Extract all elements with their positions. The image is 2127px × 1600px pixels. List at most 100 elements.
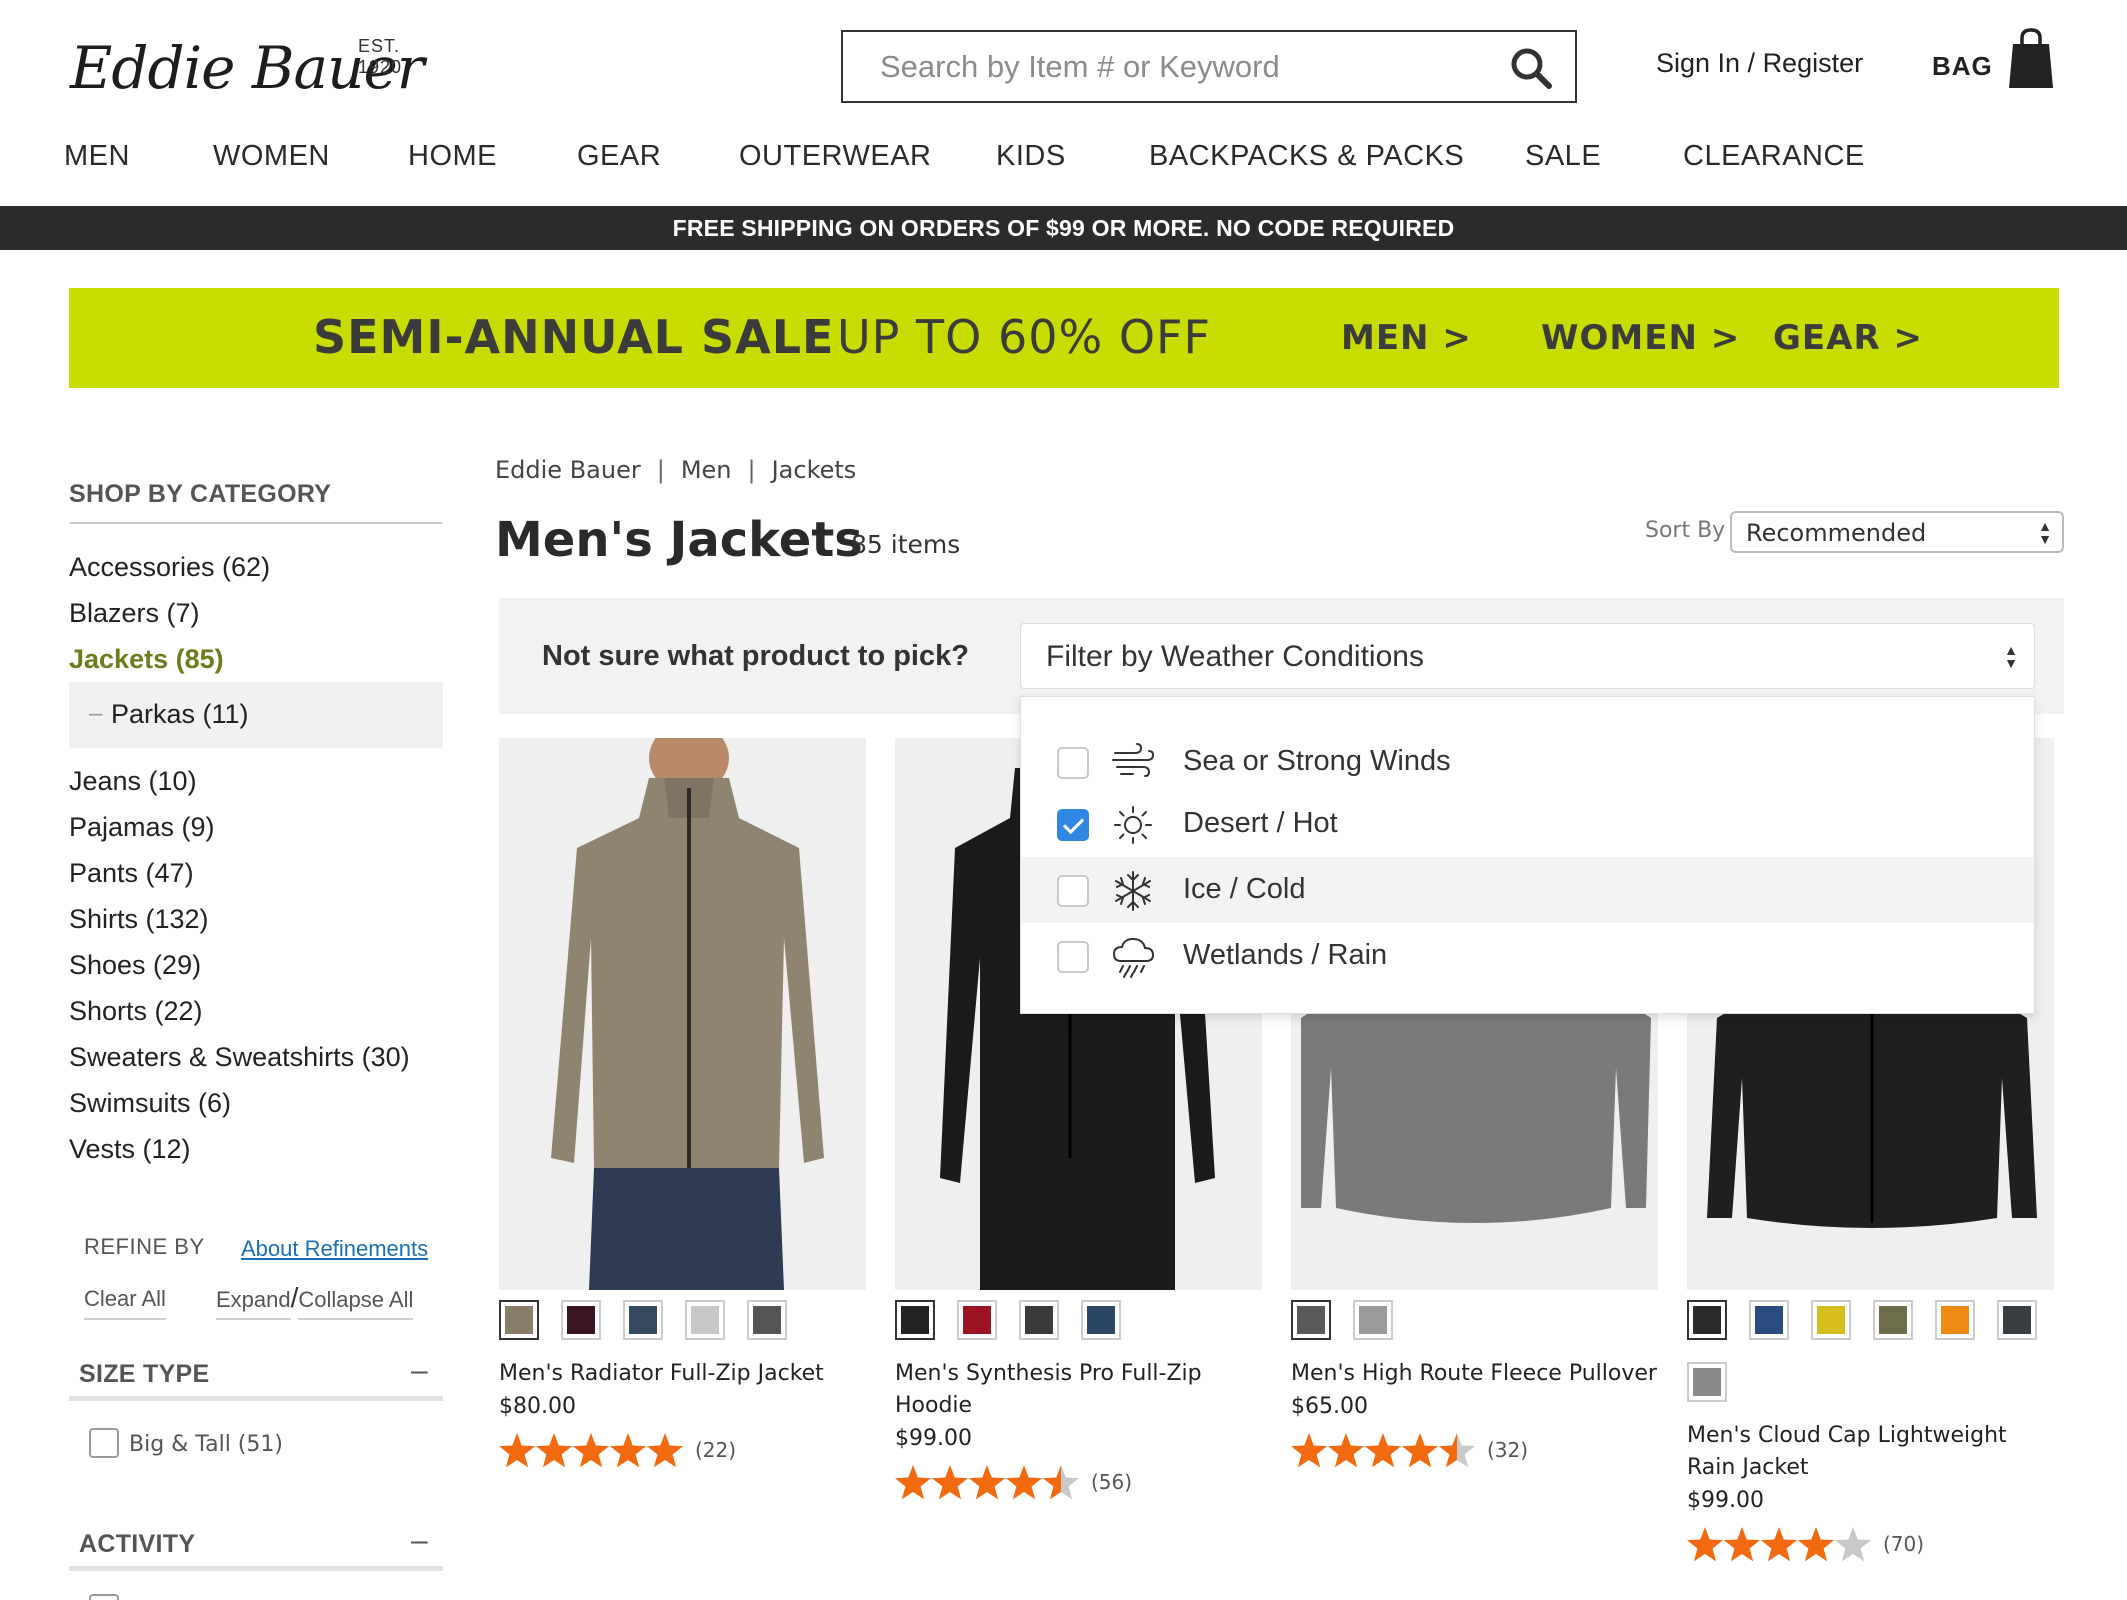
color-swatch[interactable] [957,1300,997,1340]
product-name[interactable]: Men's Cloud Cap Lightweight Rain Jacket [1687,1420,2054,1484]
weather-checkbox[interactable] [1057,747,1089,779]
facet-collapse-icon[interactable]: – [411,1354,428,1388]
color-swatch[interactable] [1749,1300,1789,1340]
product-name[interactable]: Men's High Route Fleece Pullover [1291,1358,1658,1390]
weather-option-label: Ice / Cold [1183,873,1306,905]
sale-link-men[interactable]: MEN > [1341,318,1472,358]
nav-men[interactable]: MEN [64,140,130,173]
weather-select[interactable]: Filter by Weather Conditions ▲ ▼ [1020,623,2035,689]
weather-option-ice[interactable]: Ice / Cold [1021,857,2034,923]
star-icon [1042,1465,1080,1500]
nav-sale[interactable]: SALE [1525,140,1601,173]
shopping-bag-icon[interactable] [2008,28,2054,90]
facet-collapse-icon[interactable]: – [411,1524,428,1558]
subcategory-dash: – [89,700,103,727]
subcategory-parkas[interactable]: – Parkas (11) [69,682,443,748]
review-count[interactable]: (32) [1487,1438,1528,1462]
star-icon [499,1433,536,1468]
sale-link-women[interactable]: WOMEN > [1541,318,1740,358]
facet-activity-heading[interactable]: ACTIVITY [79,1530,195,1559]
product-name[interactable]: Men's Radiator Full-Zip Jacket [499,1358,866,1390]
color-swatch[interactable] [1353,1300,1393,1340]
select-arrows-icon: ▲ ▼ [2038,518,2052,547]
weather-select-label: Filter by Weather Conditions [1046,640,1424,673]
breadcrumb-home[interactable]: Eddie Bauer [495,456,641,484]
weather-option-desert[interactable]: Desert / Hot [1021,791,2034,857]
facet-size-type-heading[interactable]: SIZE TYPE [79,1360,210,1389]
nav-clearance[interactable]: CLEARANCE [1683,140,1865,173]
activity-checkbox[interactable] [89,1594,119,1600]
nav-women[interactable]: WOMEN [213,140,330,173]
about-refinements-link[interactable]: About Refinements [241,1236,428,1262]
facet-divider [69,1566,443,1571]
category-jeans[interactable]: Jeans (10) [69,766,197,797]
sort-select[interactable]: Recommended ▲ ▼ [1730,511,2064,553]
star-icon [1687,1527,1724,1562]
color-swatch[interactable] [623,1300,663,1340]
refine-by-label: REFINE BY [84,1234,205,1259]
big-tall-label[interactable]: Big & Tall (51) [129,1432,283,1457]
rain-cloud-icon [1112,937,1155,978]
color-swatch[interactable] [1687,1362,1727,1402]
color-swatch[interactable] [561,1300,601,1340]
category-swimsuits[interactable]: Swimsuits (6) [69,1088,231,1119]
product-image[interactable] [499,738,866,1290]
nav-gear[interactable]: GEAR [577,140,661,173]
color-swatch[interactable] [1081,1300,1121,1340]
nav-backpacks[interactable]: BACKPACKS & PACKS [1149,140,1464,173]
category-shirts[interactable]: Shirts (132) [69,904,209,935]
category-vests[interactable]: Vests (12) [69,1134,191,1165]
expand-link[interactable]: Expand [216,1287,291,1320]
weather-checkbox[interactable] [1057,941,1089,973]
category-blazers[interactable]: Blazers (7) [69,598,200,629]
color-swatch[interactable] [1873,1300,1913,1340]
weather-option-rain[interactable]: Wetlands / Rain [1021,923,2034,989]
category-pajamas[interactable]: Pajamas (9) [69,812,215,843]
color-swatch[interactable] [1811,1300,1851,1340]
star-icon [1364,1433,1402,1468]
breadcrumb-men[interactable]: Men [681,456,732,484]
nav-kids[interactable]: KIDS [996,140,1066,173]
category-shorts[interactable]: Shorts (22) [69,996,203,1027]
signin-link[interactable]: Sign In / Register [1656,48,1863,79]
product-name[interactable]: Men's Synthesis Pro Full-Zip Hoodie [895,1358,1262,1422]
weather-option-label: Sea or Strong Winds [1183,745,1451,777]
color-swatch[interactable] [1687,1300,1727,1340]
weather-option-wind[interactable]: Sea or Strong Winds [1021,729,2034,795]
color-swatch[interactable] [1997,1300,2037,1340]
color-swatch[interactable] [685,1300,725,1340]
breadcrumb-current: Jackets [771,456,857,484]
brand-logo[interactable]: Eddie Bauer EST. 1920 [70,28,440,102]
nav-home[interactable]: HOME [408,140,497,173]
sale-link-gear[interactable]: GEAR > [1773,318,1923,358]
sale-banner-title: SEMI-ANNUAL SALE [313,310,835,364]
review-count[interactable]: (70) [1883,1532,1924,1556]
color-swatch[interactable] [1291,1300,1331,1340]
review-count[interactable]: (22) [695,1438,736,1462]
weather-checkbox[interactable] [1057,875,1089,907]
category-sweaters[interactable]: Sweaters & Sweatshirts (30) [69,1042,410,1073]
category-accessories[interactable]: Accessories (62) [69,552,270,583]
search-input[interactable] [843,32,1483,101]
clear-all-link[interactable]: Clear All [84,1286,166,1320]
color-swatch[interactable] [1935,1300,1975,1340]
collapse-all-link[interactable]: Collapse All [298,1287,414,1320]
star-icon [1438,1433,1476,1468]
weather-checkbox-checked[interactable] [1057,809,1089,841]
review-count[interactable]: (56) [1091,1470,1132,1494]
color-swatch[interactable] [1019,1300,1059,1340]
category-jackets[interactable]: Jackets (85) [69,644,224,675]
nav-outerwear[interactable]: OUTERWEAR [739,140,931,173]
star-icon [931,1465,969,1500]
color-swatch[interactable] [499,1300,539,1340]
category-pants[interactable]: Pants (47) [69,858,194,889]
sidebar: SHOP BY CATEGORY Accessories (62) Blazer… [69,470,443,1600]
color-swatch[interactable] [895,1300,935,1340]
sale-banner[interactable]: SEMI-ANNUAL SALE UP TO 60% OFF MEN > WOM… [69,288,2059,388]
weather-option-label: Wetlands / Rain [1183,939,1388,971]
color-swatch[interactable] [747,1300,787,1340]
big-tall-checkbox[interactable] [89,1428,119,1458]
search-icon[interactable] [1509,46,1553,90]
bag-label[interactable]: BAG [1932,51,1993,82]
category-shoes[interactable]: Shoes (29) [69,950,201,981]
